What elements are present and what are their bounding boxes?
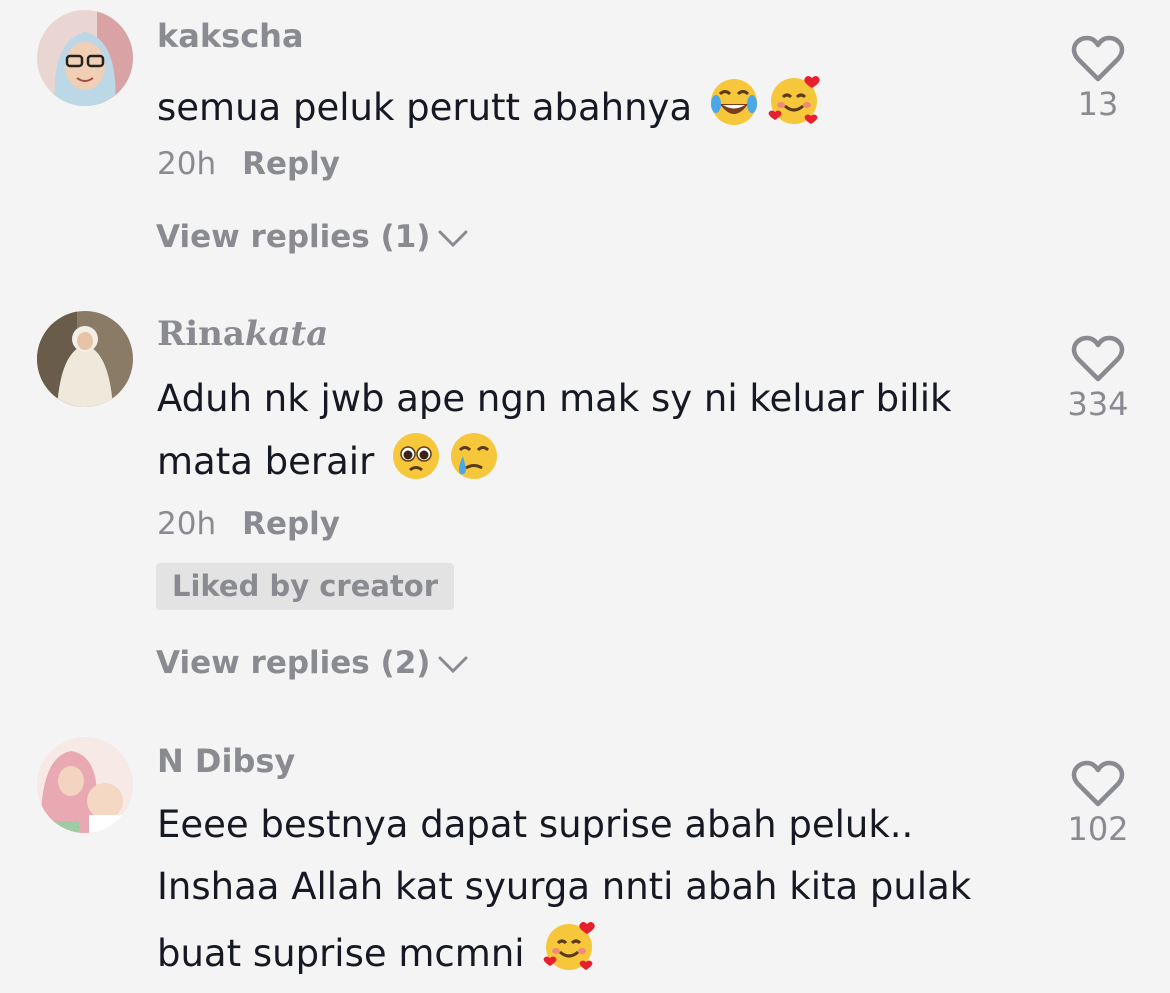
pleading-face-icon: [390, 430, 442, 501]
like-count: 13: [1077, 85, 1119, 123]
face-with-tears-of-joy-icon: [708, 76, 760, 147]
liked-by-creator-badge: Liked by creator: [156, 563, 455, 610]
reply-button[interactable]: Reply: [242, 506, 340, 542]
comment-line: mata berair: [157, 430, 951, 501]
comment-text: semua peluk perutt abahnya: [157, 72, 822, 147]
username[interactable]: N Dibsy: [157, 742, 295, 780]
view-replies-button[interactable]: View replies (2): [156, 645, 468, 681]
chevron-down-icon: [438, 230, 468, 247]
username[interactable]: kakscha: [157, 17, 304, 55]
like-control: 13: [1060, 35, 1136, 123]
heart-icon[interactable]: [1071, 760, 1125, 808]
timestamp: 20h: [157, 506, 217, 542]
like-control: 102: [1062, 760, 1134, 848]
smiling-face-with-hearts-icon: [541, 918, 597, 993]
view-replies-button[interactable]: View replies (1): [156, 219, 468, 255]
comment-line: Eeee bestnya dapat suprise abah peluk..: [157, 803, 914, 846]
comment-item: Rinakata Aduh nk jwb ape ngn mak sy ni k…: [0, 290, 1170, 720]
face-holding-back-tears-icon: [448, 430, 500, 501]
timestamp: 20h: [157, 146, 217, 182]
username[interactable]: Rinakata: [157, 314, 328, 354]
avatar[interactable]: [37, 311, 133, 407]
like-count: 334: [1067, 385, 1129, 423]
comment-line: Inshaa Allah kat syurga nnti abah kita p…: [157, 865, 972, 908]
like-count: 102: [1067, 810, 1129, 848]
avatar[interactable]: [37, 10, 133, 106]
smiling-face-with-hearts-icon: [766, 72, 822, 147]
chevron-down-icon: [438, 656, 468, 673]
comment-meta: 20h Reply: [157, 146, 340, 182]
comment-text: Aduh nk jwb ape ngn mak sy ni keluar bil…: [157, 368, 951, 501]
heart-icon[interactable]: [1071, 335, 1125, 383]
reply-button[interactable]: Reply: [242, 146, 340, 182]
like-control: 334: [1062, 335, 1134, 423]
comment-line: buat suprise mcmni: [157, 918, 971, 993]
comment-meta: 20h Reply: [157, 506, 340, 542]
comment-line: semua peluk perutt abahnya: [157, 72, 822, 147]
avatar[interactable]: [37, 737, 133, 833]
comment-line: Aduh nk jwb ape ngn mak sy ni keluar bil…: [157, 377, 952, 420]
comment-item: kakscha semua peluk perutt abahnya 20h Re…: [0, 0, 1170, 290]
comment-text: Eeee bestnya dapat suprise abah peluk.. …: [157, 794, 971, 993]
comment-item: N Dibsy Eeee bestnya dapat suprise abah …: [0, 720, 1170, 978]
heart-icon[interactable]: [1071, 35, 1125, 83]
